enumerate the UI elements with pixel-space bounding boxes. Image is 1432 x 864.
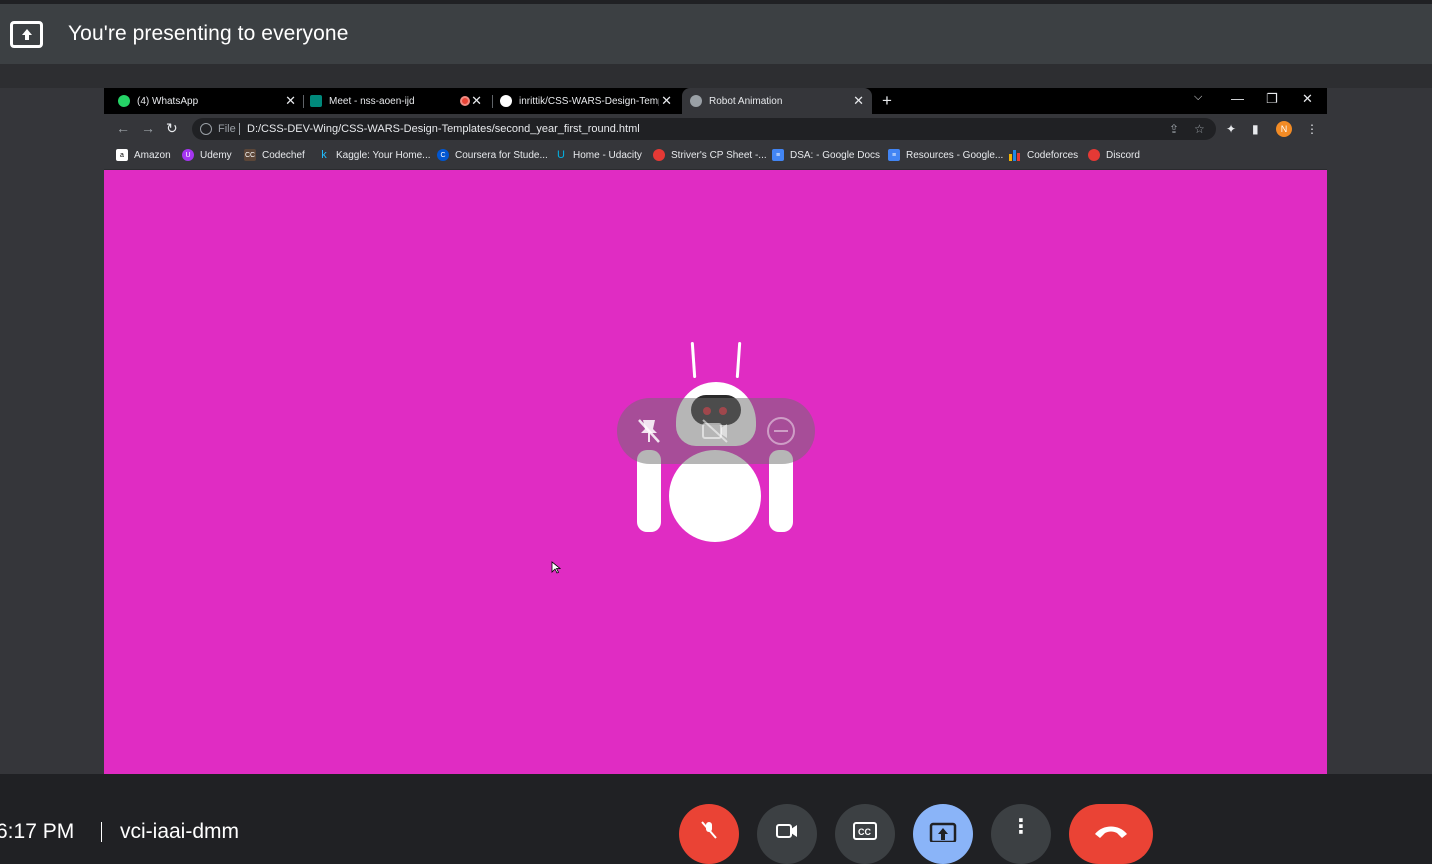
browser-toolbar: ← → ↻ File D:/CSS-DEV-Wing/CSS-WARS-Desi… [104, 114, 1327, 144]
bookmarks-bar: a Amazon U Udemy CC Codechef k Kaggle: Your … [104, 144, 1327, 170]
present-now-button[interactable] [913, 804, 973, 864]
recording-icon [460, 96, 470, 106]
robot-antenna-right [735, 341, 742, 379]
bookmark-label: Striver's CP Sheet -... [671, 149, 767, 161]
amazon-icon: a [116, 149, 128, 161]
tab-title: inrittik/CSS-WARS-Design-Templ [519, 95, 659, 107]
video-off-icon[interactable] [699, 415, 731, 447]
tab-search-icon[interactable]: ⌵ [1194, 91, 1202, 104]
robot-animation [104, 170, 1327, 774]
tab-title: Robot Animation [709, 95, 783, 107]
google-docs-icon: ≡ [888, 149, 900, 161]
remove-icon[interactable] [765, 415, 797, 447]
close-tab-icon[interactable]: ✕ [471, 94, 482, 107]
mic-off-icon [699, 820, 719, 845]
bookmark-striver[interactable]: Striver's CP Sheet -... [653, 149, 767, 161]
udemy-icon: U [182, 149, 194, 161]
tile-hover-overlay [617, 398, 815, 464]
striver-icon [653, 149, 665, 161]
bookmark-label: Discord [1106, 149, 1140, 161]
meeting-time: 6:17 PM [0, 820, 75, 843]
github-icon [500, 95, 512, 107]
camera-toggle-button[interactable] [757, 804, 817, 864]
meet-icon [310, 95, 322, 107]
present-screen-icon [929, 820, 957, 847]
bookmark-star-icon[interactable]: ☆ [1194, 122, 1205, 136]
bookmark-dsa-docs[interactable]: ≡ DSA: - Google Docs [772, 149, 880, 161]
closed-captions-icon: CC [852, 820, 878, 845]
new-tab-button[interactable]: + [882, 91, 892, 111]
tab-meet[interactable]: Meet - nss-aoen-ijd ✕ [310, 88, 490, 114]
bookmark-label: Resources - Google... [906, 149, 1004, 161]
camera-icon [775, 820, 799, 845]
bookmark-discord[interactable]: Discord [1088, 149, 1140, 161]
presenting-text: You're presenting to everyone [68, 22, 349, 45]
bookmark-label: Kaggle: Your Home... [336, 149, 431, 161]
bookmark-label: Codechef [262, 149, 305, 161]
bookmark-label: Coursera for Stude... [455, 149, 548, 161]
side-panel-icon[interactable]: ▮ [1252, 122, 1259, 136]
share-icon[interactable]: ⇪ [1169, 122, 1179, 136]
codeforces-icon [1009, 149, 1021, 161]
captions-button[interactable]: CC [835, 804, 895, 864]
bookmark-label: Home - Udacity [573, 149, 642, 161]
bookmark-label: Codeforces [1027, 149, 1079, 161]
coursera-icon: C [437, 149, 449, 161]
restore-icon[interactable]: ❐ [1266, 91, 1278, 107]
bookmark-coursera[interactable]: C Coursera for Stude... [437, 149, 548, 161]
close-tab-icon[interactable]: ✕ [853, 94, 864, 107]
svg-text:CC: CC [858, 827, 871, 837]
codechef-icon: CC [244, 149, 256, 161]
discord-icon [1088, 149, 1100, 161]
unpin-icon[interactable] [633, 415, 665, 447]
bookmark-label: Udemy [200, 149, 232, 161]
globe-icon [690, 95, 702, 107]
meet-control-bar: 6:17 PM vci-iaai-dmm CC ⋮ [0, 774, 1432, 864]
bookmark-amazon[interactable]: a Amazon [116, 149, 171, 161]
bookmark-resources[interactable]: ≡ Resources - Google... [888, 149, 1003, 161]
address-bar[interactable]: File D:/CSS-DEV-Wing/CSS-WARS-Design-Tem… [192, 118, 1216, 140]
meeting-code: vci-iaai-dmm [120, 820, 240, 843]
google-docs-icon: ≡ [772, 149, 784, 161]
leave-call-button[interactable] [1069, 804, 1153, 864]
close-tab-icon[interactable]: ✕ [661, 94, 672, 107]
mic-toggle-button[interactable] [679, 804, 739, 864]
forward-icon[interactable]: → [141, 121, 155, 135]
close-window-icon[interactable]: ✕ [1302, 91, 1313, 107]
url-text[interactable]: D:/CSS-DEV-Wing/CSS-WARS-Design-Template… [247, 123, 640, 135]
hang-up-icon [1093, 820, 1129, 845]
tab-title: Meet - nss-aoen-ijd [329, 95, 415, 107]
bookmark-kaggle[interactable]: k Kaggle: Your Home... [318, 149, 431, 161]
profile-avatar[interactable]: N [1276, 121, 1292, 137]
minimize-icon[interactable]: — [1231, 91, 1244, 106]
stage-top-band [0, 64, 1432, 88]
tab-strip: (4) WhatsApp ✕ Meet - nss-aoen-ijd ✕ inr… [104, 88, 1327, 114]
bookmark-codechef[interactable]: CC Codechef [244, 149, 305, 161]
close-tab-icon[interactable]: ✕ [285, 94, 296, 107]
mouse-cursor-icon [551, 561, 561, 574]
bookmark-label: DSA: - Google Docs [790, 149, 881, 161]
bookmark-label: Amazon [134, 149, 171, 161]
tab-title: (4) WhatsApp [137, 95, 199, 107]
bookmark-udemy[interactable]: U Udemy [182, 149, 232, 161]
whatsapp-icon [118, 95, 130, 107]
kaggle-icon: k [321, 149, 327, 161]
tab-robot-animation[interactable]: Robot Animation ✕ [682, 88, 872, 114]
bookmark-udacity[interactable]: U Home - Udacity [555, 149, 642, 161]
robot-antenna-left [690, 341, 697, 379]
tab-github[interactable]: inrittik/CSS-WARS-Design-Templ ✕ [500, 88, 680, 114]
presenting-banner: You're presenting to everyone [0, 4, 1432, 64]
more-options-button[interactable]: ⋮ [991, 804, 1051, 864]
more-vert-icon: ⋮ [1011, 816, 1031, 838]
bookmark-codeforces[interactable]: Codeforces [1009, 149, 1078, 161]
back-icon[interactable]: ← [116, 121, 130, 135]
udacity-icon: U [557, 149, 565, 161]
menu-kebab-icon[interactable]: ⋮ [1306, 122, 1318, 136]
tab-whatsapp[interactable]: (4) WhatsApp ✕ [118, 88, 304, 114]
info-icon[interactable] [200, 123, 212, 135]
file-label: File [218, 123, 236, 135]
present-screen-icon [10, 21, 43, 48]
reload-icon[interactable]: ↻ [166, 121, 178, 135]
extensions-icon[interactable]: ✦ [1226, 122, 1236, 136]
